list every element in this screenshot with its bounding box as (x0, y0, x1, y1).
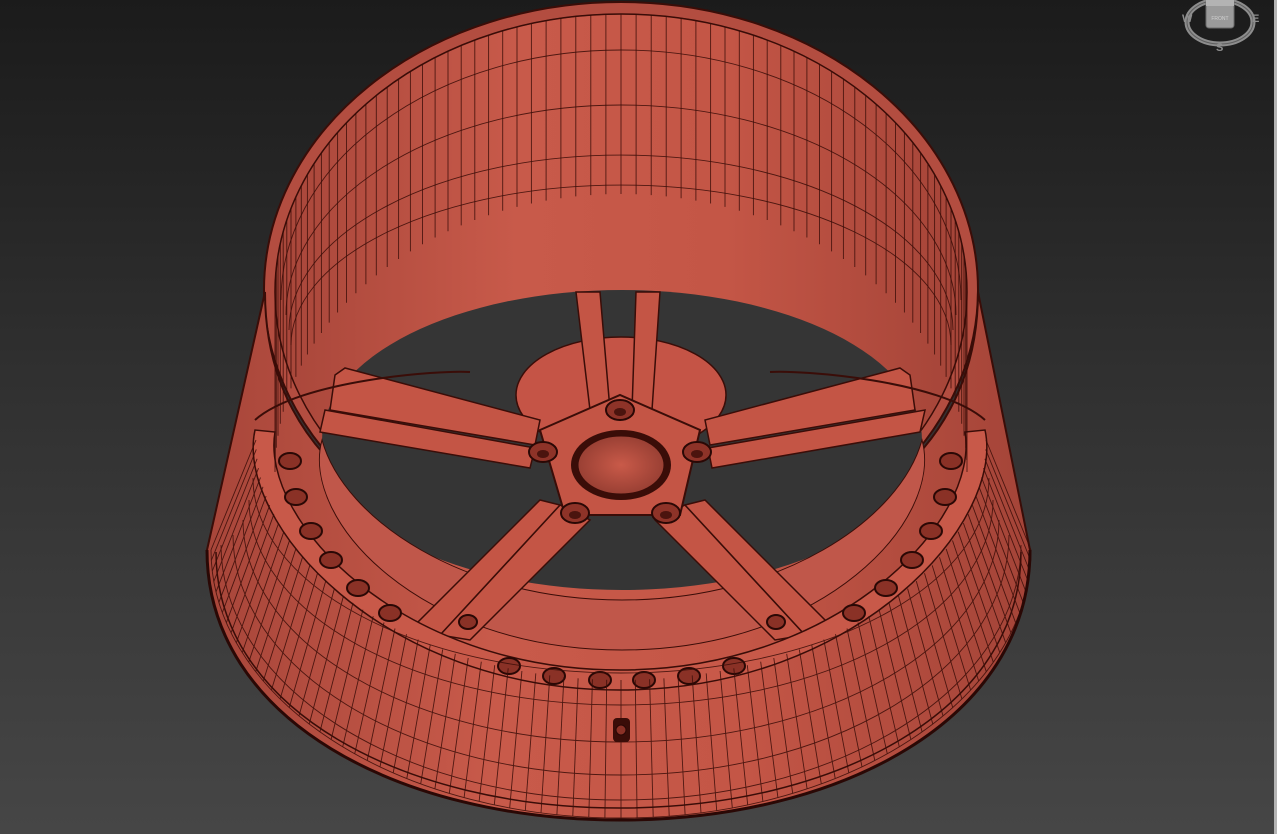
perspective-viewport[interactable]: FRONT W E S (0, 0, 1277, 834)
compass-west[interactable]: W (1182, 13, 1192, 25)
compass-east[interactable]: E (1252, 13, 1259, 25)
wheel-model[interactable] (0, 0, 1277, 834)
viewcube-face-label: FRONT (1211, 16, 1228, 22)
center-cap (577, 435, 665, 495)
valve-stem (613, 718, 630, 742)
viewcube[interactable]: FRONT W E S (1178, 0, 1268, 60)
compass-south[interactable]: S (1216, 42, 1223, 54)
